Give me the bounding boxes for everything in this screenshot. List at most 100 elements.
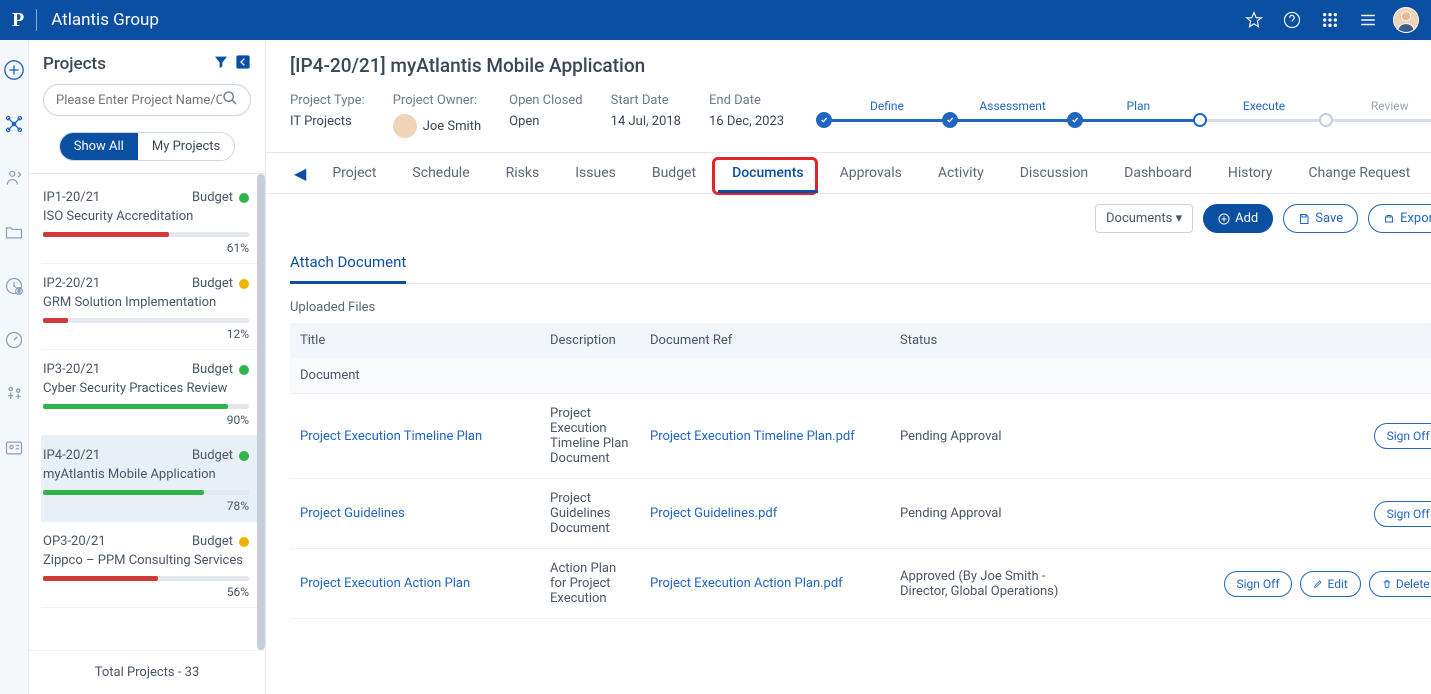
- rail-card-icon[interactable]: [0, 434, 28, 462]
- filter-icon[interactable]: [213, 54, 229, 74]
- col-status: Status: [890, 333, 1090, 348]
- add-button[interactable]: Add: [1203, 204, 1273, 233]
- project-list[interactable]: IP1-20/21Budget ISO Security Accreditati…: [29, 173, 265, 650]
- project-list-item[interactable]: OP3-20/21Budget Zippco – PPM Consulting …: [41, 522, 263, 608]
- tab-underline: [718, 190, 818, 193]
- rail-add-icon[interactable]: [0, 56, 28, 84]
- project-title: [IP4-20/21] myAtlantis Mobile Applicatio…: [290, 54, 1431, 77]
- toggle-show-all[interactable]: Show All: [60, 133, 138, 160]
- star-icon[interactable]: [1243, 9, 1265, 31]
- apps-icon[interactable]: [1319, 9, 1341, 31]
- tab-schedule[interactable]: Schedule: [398, 153, 483, 193]
- top-bar: P Atlantis Group: [0, 0, 1431, 40]
- type-value: IT Projects: [290, 114, 365, 129]
- tab-dashboard[interactable]: Dashboard: [1110, 153, 1206, 193]
- owner-avatar: [393, 114, 417, 138]
- end-label: End Date: [709, 93, 784, 108]
- status-label: Open Closed: [509, 93, 583, 108]
- doc-desc: Project Guidelines Document: [540, 491, 640, 536]
- project-filter-toggle: Show All My Projects: [59, 132, 235, 161]
- project-list-item[interactable]: IP2-20/21Budget GRM Solution Implementat…: [41, 264, 263, 350]
- divider: [36, 9, 37, 31]
- table-group: Document: [290, 358, 1431, 394]
- rail-folder-icon[interactable]: [0, 218, 28, 246]
- doc-desc: Project Execution Timeline Plan Document: [540, 406, 640, 466]
- row-action-delete[interactable]: Delete: [1369, 571, 1431, 597]
- table-row: Project Guidelines Project Guidelines Do…: [290, 479, 1431, 549]
- doc-desc: Action Plan for Project Execution: [540, 561, 640, 606]
- tab-discussion[interactable]: Discussion: [1006, 153, 1102, 193]
- doc-status: Pending Approval: [890, 429, 1090, 444]
- tab-budget[interactable]: Budget: [638, 153, 710, 193]
- doc-title[interactable]: Project Guidelines: [290, 506, 540, 521]
- side-title: Projects: [43, 54, 207, 74]
- uploaded-files-label: Uploaded Files: [290, 284, 1431, 323]
- stage-execute[interactable]: Execute: [1201, 99, 1327, 122]
- tab-issues[interactable]: Issues: [561, 153, 630, 193]
- project-total: Total Projects - 33: [29, 650, 265, 694]
- nav-rail: $: [0, 40, 29, 694]
- row-action-sign-off[interactable]: Sign Off: [1224, 571, 1293, 597]
- row-action-sign-off[interactable]: Sign Off: [1374, 423, 1431, 449]
- stage-tracker: DefineAssessmentPlanExecuteReview: [824, 93, 1431, 122]
- project-list-item[interactable]: IP4-20/21Budget myAtlantis Mobile Applic…: [41, 436, 263, 522]
- doc-status: Pending Approval: [890, 506, 1090, 521]
- table-row: Project Execution Action Plan Action Pla…: [290, 549, 1431, 619]
- rail-gauge-icon[interactable]: [0, 326, 28, 354]
- org-title: Atlantis Group: [51, 10, 159, 30]
- rail-network-icon[interactable]: [0, 110, 28, 138]
- stage-plan[interactable]: Plan: [1075, 99, 1201, 122]
- user-avatar[interactable]: [1393, 7, 1419, 33]
- doc-type-dropdown[interactable]: Documents ▾: [1095, 204, 1193, 233]
- owner-label: Project Owner:: [393, 93, 481, 108]
- export-button[interactable]: Export: [1368, 204, 1431, 233]
- project-search[interactable]: [43, 84, 251, 116]
- project-list-item[interactable]: IP3-20/21Budget Cyber Security Practices…: [41, 350, 263, 436]
- section-attach-document[interactable]: Attach Document: [290, 243, 406, 284]
- start-value: 14 Jul, 2018: [611, 114, 681, 129]
- end-value: 16 Dec, 2023: [709, 114, 784, 129]
- doc-title[interactable]: Project Execution Timeline Plan: [290, 429, 540, 444]
- help-icon[interactable]: [1281, 9, 1303, 31]
- owner-value: Joe Smith: [423, 119, 481, 134]
- col-title: Title: [290, 333, 540, 348]
- tab-approvals[interactable]: Approvals: [826, 153, 916, 193]
- main-panel: [IP4-20/21] myAtlantis Mobile Applicatio…: [266, 40, 1431, 694]
- doc-ref[interactable]: Project Execution Timeline Plan.pdf: [640, 429, 890, 444]
- tab-scroll-left-icon[interactable]: ◀: [290, 164, 310, 183]
- type-label: Project Type:: [290, 93, 365, 108]
- stage-review[interactable]: Review: [1327, 99, 1431, 122]
- svg-text:$: $: [18, 288, 21, 295]
- start-label: Start Date: [611, 93, 681, 108]
- tab-risks[interactable]: Risks: [492, 153, 554, 193]
- collapse-icon[interactable]: [235, 54, 251, 74]
- search-input[interactable]: [56, 93, 222, 108]
- row-action-edit[interactable]: Edit: [1300, 571, 1360, 597]
- rail-clock-icon[interactable]: $: [0, 272, 28, 300]
- tab-activity[interactable]: Activity: [924, 153, 998, 193]
- project-side-panel: Projects Show All My Projects IP1-20/21B…: [29, 40, 266, 694]
- status-value: Open: [509, 114, 583, 129]
- save-button[interactable]: Save: [1283, 204, 1358, 233]
- doc-ref[interactable]: Project Guidelines.pdf: [640, 506, 890, 521]
- toggle-my-projects[interactable]: My Projects: [138, 133, 234, 160]
- tab-project[interactable]: Project: [318, 153, 390, 193]
- doc-ref[interactable]: Project Execution Action Plan.pdf: [640, 576, 890, 591]
- tab-history[interactable]: History: [1214, 153, 1287, 193]
- col-desc: Description: [540, 333, 640, 348]
- search-icon[interactable]: [222, 90, 238, 110]
- tab-change-request[interactable]: Change Request: [1294, 153, 1424, 193]
- table-row: Project Execution Timeline Plan Project …: [290, 394, 1431, 479]
- logo[interactable]: P: [12, 9, 24, 32]
- col-ref: Document Ref: [640, 333, 890, 348]
- rail-people-icon[interactable]: [0, 380, 28, 408]
- rail-user-icon[interactable]: [0, 164, 28, 192]
- stage-define[interactable]: Define: [824, 99, 950, 122]
- project-tabs: ◀ ProjectScheduleRisksIssuesBudgetDocume…: [266, 152, 1431, 194]
- menu-icon[interactable]: [1357, 9, 1379, 31]
- project-list-item[interactable]: IP1-20/21Budget ISO Security Accreditati…: [41, 178, 263, 264]
- doc-status: Approved (By Joe Smith - Director, Globa…: [890, 569, 1090, 599]
- stage-assessment[interactable]: Assessment: [950, 99, 1076, 122]
- row-action-sign-off[interactable]: Sign Off: [1374, 501, 1431, 527]
- doc-title[interactable]: Project Execution Action Plan: [290, 576, 540, 591]
